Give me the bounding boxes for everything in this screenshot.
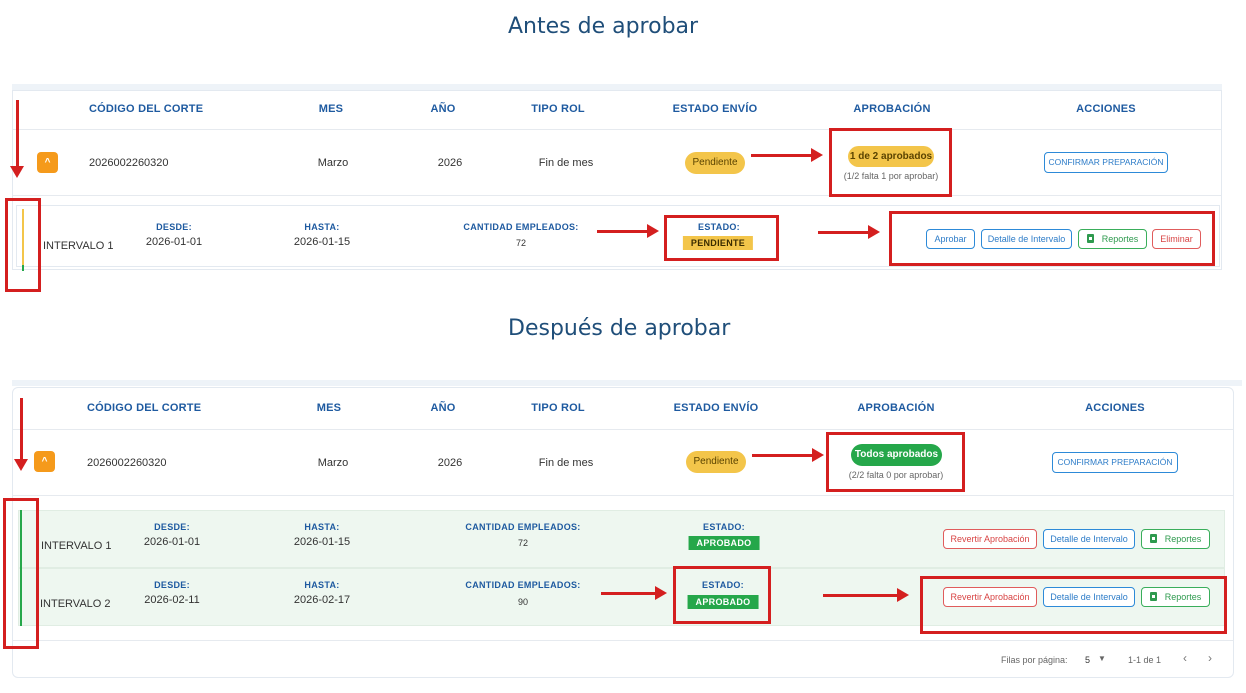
chevron-left-icon[interactable]: ‹ bbox=[1183, 651, 1187, 665]
interval-name: INTERVALO 2 bbox=[40, 598, 111, 610]
header-codigo[interactable]: CÓDIGO DEL CORTE bbox=[89, 103, 203, 115]
annotation-arrow-acciones-after bbox=[823, 588, 909, 602]
header-divider bbox=[13, 129, 1221, 130]
caret-down-icon[interactable]: ▼ bbox=[1098, 654, 1106, 663]
annotation-box-acciones-before bbox=[889, 211, 1215, 266]
desde-value: 2026-01-01 bbox=[145, 236, 203, 248]
annotation-box-aprobacion-before bbox=[829, 128, 952, 197]
hasta-label: HASTA: bbox=[304, 222, 340, 232]
confirmar-preparacion-button[interactable]: CONFIRMAR PREPARACIÓN bbox=[1052, 452, 1178, 473]
annotation-box-estado-before bbox=[664, 215, 779, 261]
header-divider bbox=[13, 429, 1233, 430]
rows-per-page-label: Filas por página: bbox=[1001, 655, 1068, 665]
interval-name: INTERVALO 1 bbox=[41, 540, 112, 552]
annotation-arrow-down-after bbox=[14, 398, 28, 471]
cantidad-label: CANTIDAD EMPLEADOS: bbox=[465, 522, 581, 532]
row-divider bbox=[13, 195, 1221, 196]
chevron-up-icon[interactable]: ^ bbox=[37, 152, 58, 173]
annotation-arrow-estado-before bbox=[597, 224, 659, 238]
cantidad-value: 72 bbox=[515, 238, 527, 248]
header-mes[interactable]: MES bbox=[319, 103, 343, 115]
estado-envio-badge: Pendiente bbox=[685, 152, 745, 174]
annotation-box-acciones-after bbox=[920, 576, 1227, 634]
hasta-label: HASTA: bbox=[304, 580, 340, 590]
pagination-range: 1-1 de 1 bbox=[1128, 655, 1162, 665]
hasta-value: 2026-01-15 bbox=[293, 236, 351, 248]
cantidad-value: 90 bbox=[517, 597, 529, 607]
header-codigo[interactable]: CÓDIGO DEL CORTE bbox=[87, 402, 201, 414]
header-acciones: ACCIONES bbox=[1076, 103, 1136, 115]
row-tipo-rol: Fin de mes bbox=[538, 457, 594, 469]
confirmar-preparacion-button[interactable]: CONFIRMAR PREPARACIÓN bbox=[1044, 152, 1168, 173]
chevron-right-icon[interactable]: › bbox=[1208, 651, 1212, 665]
reportes-button[interactable]: Reportes bbox=[1141, 529, 1210, 549]
desde-value: 2026-01-01 bbox=[143, 536, 201, 548]
revertir-aprobacion-button[interactable]: Revertir Aprobación bbox=[943, 529, 1037, 549]
row-codigo: 2026002260320 bbox=[87, 457, 167, 469]
header-estado-envio[interactable]: ESTADO ENVÍO bbox=[673, 103, 758, 115]
header-tipo-rol[interactable]: TIPO ROL bbox=[531, 103, 585, 115]
header-mes[interactable]: MES bbox=[317, 402, 341, 414]
annotation-box-bar-before bbox=[5, 198, 41, 292]
annotation-arrow-aprobacion-before bbox=[751, 148, 823, 162]
desde-label: DESDE: bbox=[154, 522, 190, 532]
chevron-up-icon[interactable]: ^ bbox=[34, 451, 55, 472]
title-after: Después de aprobar bbox=[508, 316, 731, 341]
interval-name: INTERVALO 1 bbox=[43, 240, 114, 252]
row-mes: Marzo bbox=[317, 457, 349, 469]
rows-per-page-select[interactable]: 5 bbox=[1085, 655, 1090, 665]
estado-envio-badge: Pendiente bbox=[686, 451, 746, 473]
annotation-box-bars-after bbox=[3, 498, 39, 649]
row-tipo-rol: Fin de mes bbox=[538, 157, 594, 169]
row-anio: 2026 bbox=[437, 457, 463, 469]
header-estado-envio[interactable]: ESTADO ENVÍO bbox=[674, 402, 759, 414]
spreadsheet-file-icon bbox=[1149, 534, 1157, 543]
desde-label: DESDE: bbox=[156, 222, 192, 232]
row-codigo: 2026002260320 bbox=[89, 157, 169, 169]
annotation-arrow-estado-after bbox=[601, 586, 667, 600]
header-tipo-rol[interactable]: TIPO ROL bbox=[531, 402, 585, 414]
annotation-box-estado-after bbox=[673, 566, 771, 624]
detalle-intervalo-button[interactable]: Detalle de Intervalo bbox=[1043, 529, 1135, 549]
desde-value: 2026-02-11 bbox=[144, 594, 200, 606]
annotation-box-aprobacion-after bbox=[826, 432, 965, 492]
annotation-arrow-acciones-before bbox=[818, 225, 880, 239]
cantidad-label: CANTIDAD EMPLEADOS: bbox=[465, 580, 581, 590]
hasta-value: 2026-02-17 bbox=[293, 594, 351, 606]
header-anio[interactable]: AÑO bbox=[430, 103, 455, 115]
hasta-value: 2026-01-15 bbox=[293, 536, 351, 548]
row-anio: 2026 bbox=[437, 157, 463, 169]
estado-tag-aprobado: APROBADO bbox=[688, 536, 760, 550]
row-divider bbox=[13, 495, 1233, 496]
panel-after-shadow bbox=[12, 380, 1242, 386]
estado-label: ESTADO: bbox=[703, 522, 745, 532]
header-anio[interactable]: AÑO bbox=[430, 402, 455, 414]
annotation-arrow-aprobacion-after bbox=[752, 448, 824, 462]
annotation-arrow-down-before bbox=[10, 100, 24, 178]
table-bottom-divider bbox=[13, 640, 1233, 641]
header-aprobacion[interactable]: APROBACIÓN bbox=[857, 402, 934, 414]
cantidad-label: CANTIDAD EMPLEADOS: bbox=[463, 222, 579, 232]
desde-label: DESDE: bbox=[154, 580, 190, 590]
header-aprobacion[interactable]: APROBACIÓN bbox=[853, 103, 930, 115]
cantidad-value: 72 bbox=[517, 538, 529, 548]
hasta-label: HASTA: bbox=[304, 522, 340, 532]
title-before: Antes de aprobar bbox=[508, 14, 699, 39]
row-mes: Marzo bbox=[317, 157, 349, 169]
header-acciones: ACCIONES bbox=[1085, 402, 1145, 414]
